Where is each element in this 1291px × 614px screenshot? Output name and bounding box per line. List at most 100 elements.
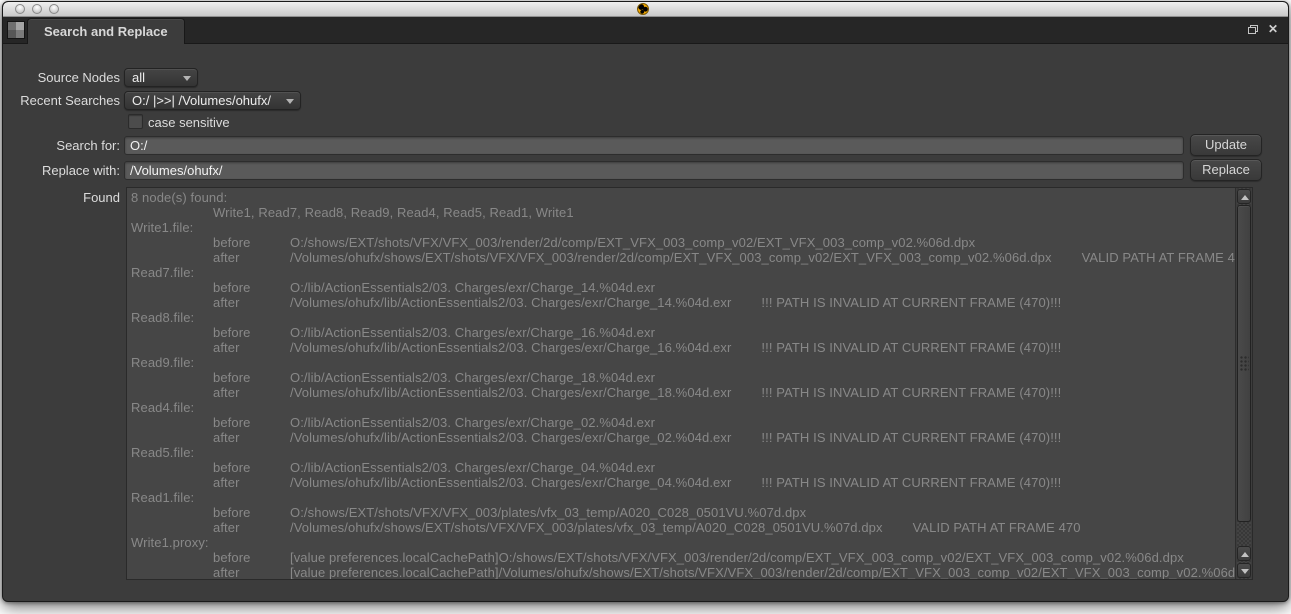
found-results-box[interactable]: 8 node(s) found:Write1, Read7, Read8, Re… — [126, 187, 1253, 580]
tab-label: Search and Replace — [44, 24, 168, 39]
before-label: before — [213, 325, 290, 340]
found-summary-line: 8 node(s) found: — [127, 190, 1235, 205]
search-and-replace-window: Search and Replace ✕ Source Nodes all Re… — [2, 1, 1289, 602]
pane-menu-icon[interactable] — [7, 21, 25, 39]
found-after-line: after[value preferences.localCachePath]/… — [127, 565, 1235, 579]
path-status: VALID PATH AT FRAME 470 — [1082, 250, 1235, 265]
before-label: before — [213, 550, 290, 565]
before-path: O:/shows/EXT/shots/VFX/VFX_003/plates/vf… — [290, 505, 806, 520]
chevron-down-icon — [183, 76, 191, 81]
close-panel-icon[interactable]: ✕ — [1268, 23, 1278, 35]
before-label: before — [213, 235, 290, 250]
after-path: /Volumes/ohufx/shows/EXT/shots/VFX/VFX_0… — [290, 520, 883, 535]
tab-bar: Search and Replace ✕ — [3, 17, 1288, 44]
found-before-line: beforeO:/lib/ActionEssentials2/03. Charg… — [127, 460, 1235, 475]
path-status: !!! PATH IS INVALID AT CURRENT FRAME (47… — [761, 385, 1061, 400]
found-node-line: Read5.file: — [127, 445, 1235, 460]
node-name: Read5.file: — [131, 445, 194, 460]
found-node-line: Read8.file: — [127, 310, 1235, 325]
found-results-text: 8 node(s) found:Write1, Read7, Read8, Re… — [127, 190, 1235, 579]
replace-button[interactable]: Replace — [1190, 159, 1262, 181]
before-label: before — [213, 415, 290, 430]
close-traffic-light-icon[interactable] — [15, 4, 25, 14]
found-node-line: Read1.file: — [127, 490, 1235, 505]
found-before-line: beforeO:/shows/EXT/shots/VFX/VFX_003/pla… — [127, 505, 1235, 520]
before-label: before — [213, 460, 290, 475]
found-before-line: beforeO:/lib/ActionEssentials2/03. Charg… — [127, 325, 1235, 340]
node-name: Read7.file: — [131, 265, 194, 280]
node-name: Read1.file: — [131, 490, 194, 505]
found-after-line: after/Volumes/ohufx/shows/EXT/shots/VFX/… — [127, 520, 1235, 535]
path-status: !!! PATH IS INVALID AT CURRENT FRAME (47… — [761, 340, 1061, 355]
after-label: after — [213, 295, 290, 310]
after-path: /Volumes/ohufx/lib/ActionEssentials2/03.… — [290, 475, 731, 490]
path-status: !!! PATH IS INVALID AT CURRENT FRAME (47… — [761, 295, 1061, 310]
panel-window-controls: ✕ — [1248, 23, 1278, 35]
found-after-line: after/Volumes/ohufx/shows/EXT/shots/VFX/… — [127, 250, 1235, 265]
found-summary: 8 node(s) found: — [131, 190, 227, 205]
after-label: after — [213, 340, 290, 355]
before-path: O:/lib/ActionEssentials2/03. Charges/exr… — [290, 280, 655, 295]
minimize-traffic-light-icon[interactable] — [32, 4, 42, 14]
tab-search-and-replace[interactable]: Search and Replace — [27, 18, 185, 44]
search-for-label: Search for: — [3, 136, 120, 155]
found-before-line: beforeO:/lib/ActionEssentials2/03. Charg… — [127, 280, 1235, 295]
case-sensitive-checkbox[interactable] — [128, 114, 143, 129]
node-name: Read8.file: — [131, 310, 194, 325]
vertical-scrollbar[interactable] — [1235, 188, 1252, 579]
update-button[interactable]: Update — [1190, 134, 1262, 156]
chevron-down-icon — [286, 99, 294, 104]
recent-searches-dropdown[interactable]: O:/ |>>| /Volumes/ohufx/ — [124, 91, 301, 110]
case-sensitive-label: case sensitive — [148, 115, 230, 130]
path-status: !!! PATH IS INVALID AT CURRENT FRAME (47… — [761, 475, 1061, 490]
path-status: !!! PATH IS INVALID AT CURRENT FRAME (47… — [761, 430, 1061, 445]
replace-with-input[interactable] — [124, 161, 1184, 180]
path-status: VALID PATH AT FRAME 470 — [913, 520, 1081, 535]
found-after-line: after/Volumes/ohufx/lib/ActionEssentials… — [127, 475, 1235, 490]
node-name: Write1.proxy: — [131, 535, 209, 550]
before-label: before — [213, 280, 290, 295]
before-path: O:/lib/ActionEssentials2/03. Charges/exr… — [290, 325, 655, 340]
search-for-input[interactable] — [124, 136, 1184, 155]
after-path: /Volumes/ohufx/lib/ActionEssentials2/03.… — [290, 385, 731, 400]
after-path: [value preferences.localCachePath]/Volum… — [290, 565, 1235, 579]
before-path: O:/lib/ActionEssentials2/03. Charges/exr… — [290, 415, 655, 430]
found-after-line: after/Volumes/ohufx/lib/ActionEssentials… — [127, 340, 1235, 355]
node-name: Read4.file: — [131, 400, 194, 415]
found-after-line: after/Volumes/ohufx/lib/ActionEssentials… — [127, 295, 1235, 310]
found-node-line: Read4.file: — [127, 400, 1235, 415]
source-nodes-value: all — [132, 70, 145, 85]
found-node-line: Write1.proxy: — [127, 535, 1235, 550]
recent-searches-value: O:/ |>>| /Volumes/ohufx/ — [132, 93, 271, 108]
before-path: O:/lib/ActionEssentials2/03. Charges/exr… — [290, 460, 655, 475]
found-before-line: beforeO:/lib/ActionEssentials2/03. Charg… — [127, 415, 1235, 430]
before-path: O:/lib/ActionEssentials2/03. Charges/exr… — [290, 370, 655, 385]
source-nodes-label: Source Nodes — [3, 68, 120, 87]
traffic-lights — [15, 4, 59, 14]
float-panel-icon[interactable] — [1248, 25, 1258, 34]
after-label: after — [213, 565, 290, 579]
after-label: after — [213, 385, 290, 400]
scroll-up-button-bottom[interactable] — [1237, 546, 1251, 561]
before-path: O:/shows/EXT/shots/VFX/VFX_003/render/2d… — [290, 235, 975, 250]
before-path: [value preferences.localCachePath]O:/sho… — [290, 550, 1184, 565]
found-node-line: Read9.file: — [127, 355, 1235, 370]
found-after-line: after/Volumes/ohufx/lib/ActionEssentials… — [127, 385, 1235, 400]
after-path: /Volumes/ohufx/lib/ActionEssentials2/03.… — [290, 340, 731, 355]
found-before-line: beforeO:/shows/EXT/shots/VFX/VFX_003/ren… — [127, 235, 1235, 250]
scrollbar-grip-icon — [1240, 356, 1249, 372]
after-path: /Volumes/ohufx/lib/ActionEssentials2/03.… — [290, 430, 731, 445]
scroll-down-button[interactable] — [1237, 563, 1251, 578]
found-node-line: Read7.file: — [127, 265, 1235, 280]
found-before-line: before[value preferences.localCachePath]… — [127, 550, 1235, 565]
after-label: after — [213, 430, 290, 445]
nuke-logo-icon — [637, 3, 649, 15]
found-node-line: Write1.file: — [127, 220, 1235, 235]
source-nodes-dropdown[interactable]: all — [124, 68, 198, 87]
scrollbar-thumb[interactable] — [1237, 205, 1251, 522]
titlebar[interactable] — [3, 2, 1288, 17]
found-after-line: after/Volumes/ohufx/lib/ActionEssentials… — [127, 430, 1235, 445]
node-name: Write1.file: — [131, 220, 193, 235]
scroll-up-button[interactable] — [1237, 189, 1251, 204]
zoom-traffic-light-icon[interactable] — [49, 4, 59, 14]
